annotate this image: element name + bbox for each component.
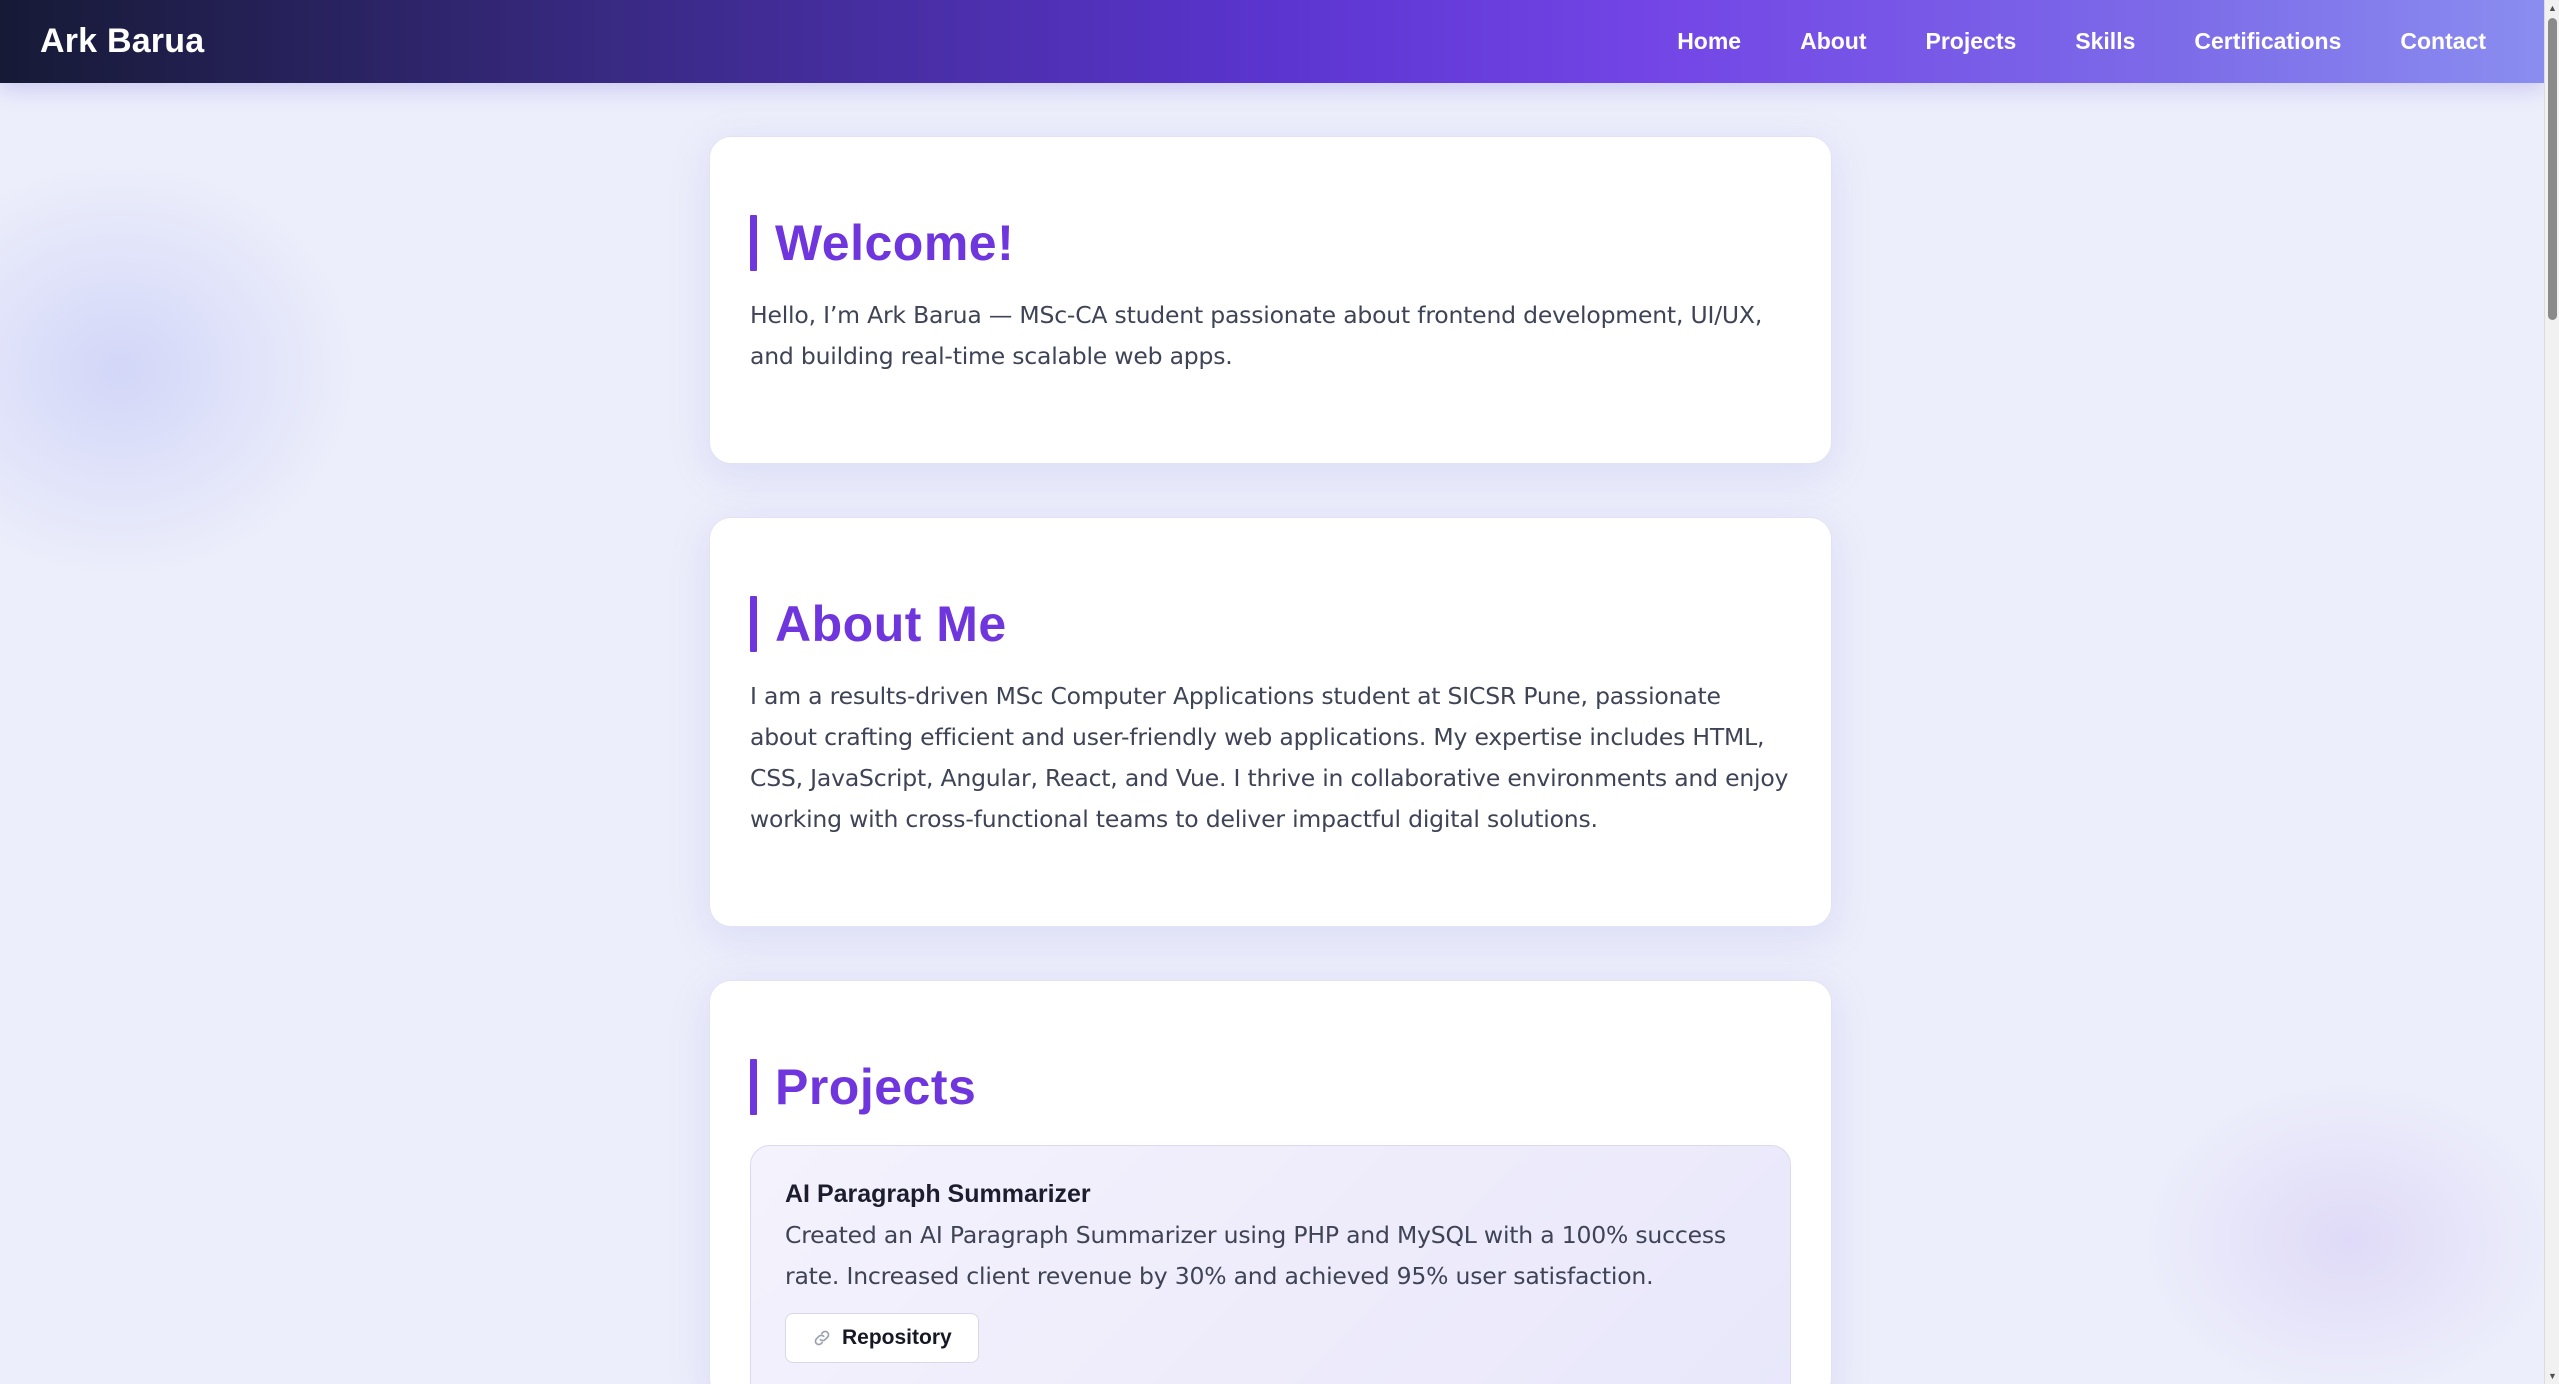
scroll-up-arrow-icon[interactable]: ▲ (2545, 0, 2559, 16)
background-glow-left (0, 160, 360, 580)
project-card: AI Paragraph Summarizer Created an AI Pa… (750, 1145, 1791, 1384)
scrollbar-thumb[interactable] (2548, 18, 2557, 320)
about-title: About Me (775, 596, 1007, 652)
welcome-section: Welcome! Hello, I’m Ark Barua — MSc-CA s… (709, 136, 1832, 464)
nav-link-skills[interactable]: Skills (2075, 28, 2135, 55)
welcome-text: Hello, I’m Ark Barua — MSc-CA student pa… (750, 301, 1763, 370)
project-description: Created an AI Paragraph Summarizer using… (785, 1221, 1726, 1290)
welcome-heading: Welcome! (750, 215, 1791, 271)
projects-heading: Projects (750, 1059, 1791, 1115)
navbar: Ark Barua Home About Projects Skills Cer… (0, 0, 2544, 83)
welcome-title: Welcome! (775, 215, 1015, 271)
nav-link-about[interactable]: About (1800, 28, 1866, 55)
link-icon (814, 1330, 830, 1346)
nav-link-certifications[interactable]: Certifications (2194, 28, 2341, 55)
heading-accent-bar (750, 596, 757, 652)
heading-accent-bar (750, 1059, 757, 1115)
nav-link-home[interactable]: Home (1677, 28, 1741, 55)
project-title: AI Paragraph Summarizer (785, 1180, 1091, 1208)
projects-section: Projects AI Paragraph Summarizer Created… (709, 980, 1832, 1384)
brand-logo[interactable]: Ark Barua (40, 22, 204, 61)
nav-link-projects[interactable]: Projects (1926, 28, 2017, 55)
main-content: Welcome! Hello, I’m Ark Barua — MSc-CA s… (709, 136, 1832, 1384)
vertical-scrollbar[interactable]: ▲ ▼ (2544, 0, 2559, 1384)
nav-links: Home About Projects Skills Certification… (1677, 28, 2486, 55)
about-section: About Me I am a results-driven MSc Compu… (709, 517, 1832, 927)
repository-button-label: Repository (842, 1326, 952, 1349)
nav-link-contact[interactable]: Contact (2400, 28, 2486, 55)
about-text: I am a results-driven MSc Computer Appli… (750, 682, 1789, 833)
background-glow-right (2139, 1080, 2559, 1384)
scroll-down-arrow-icon[interactable]: ▼ (2545, 1368, 2559, 1384)
repository-button[interactable]: Repository (785, 1313, 979, 1363)
about-heading: About Me (750, 596, 1791, 652)
heading-accent-bar (750, 215, 757, 271)
projects-title: Projects (775, 1059, 977, 1115)
